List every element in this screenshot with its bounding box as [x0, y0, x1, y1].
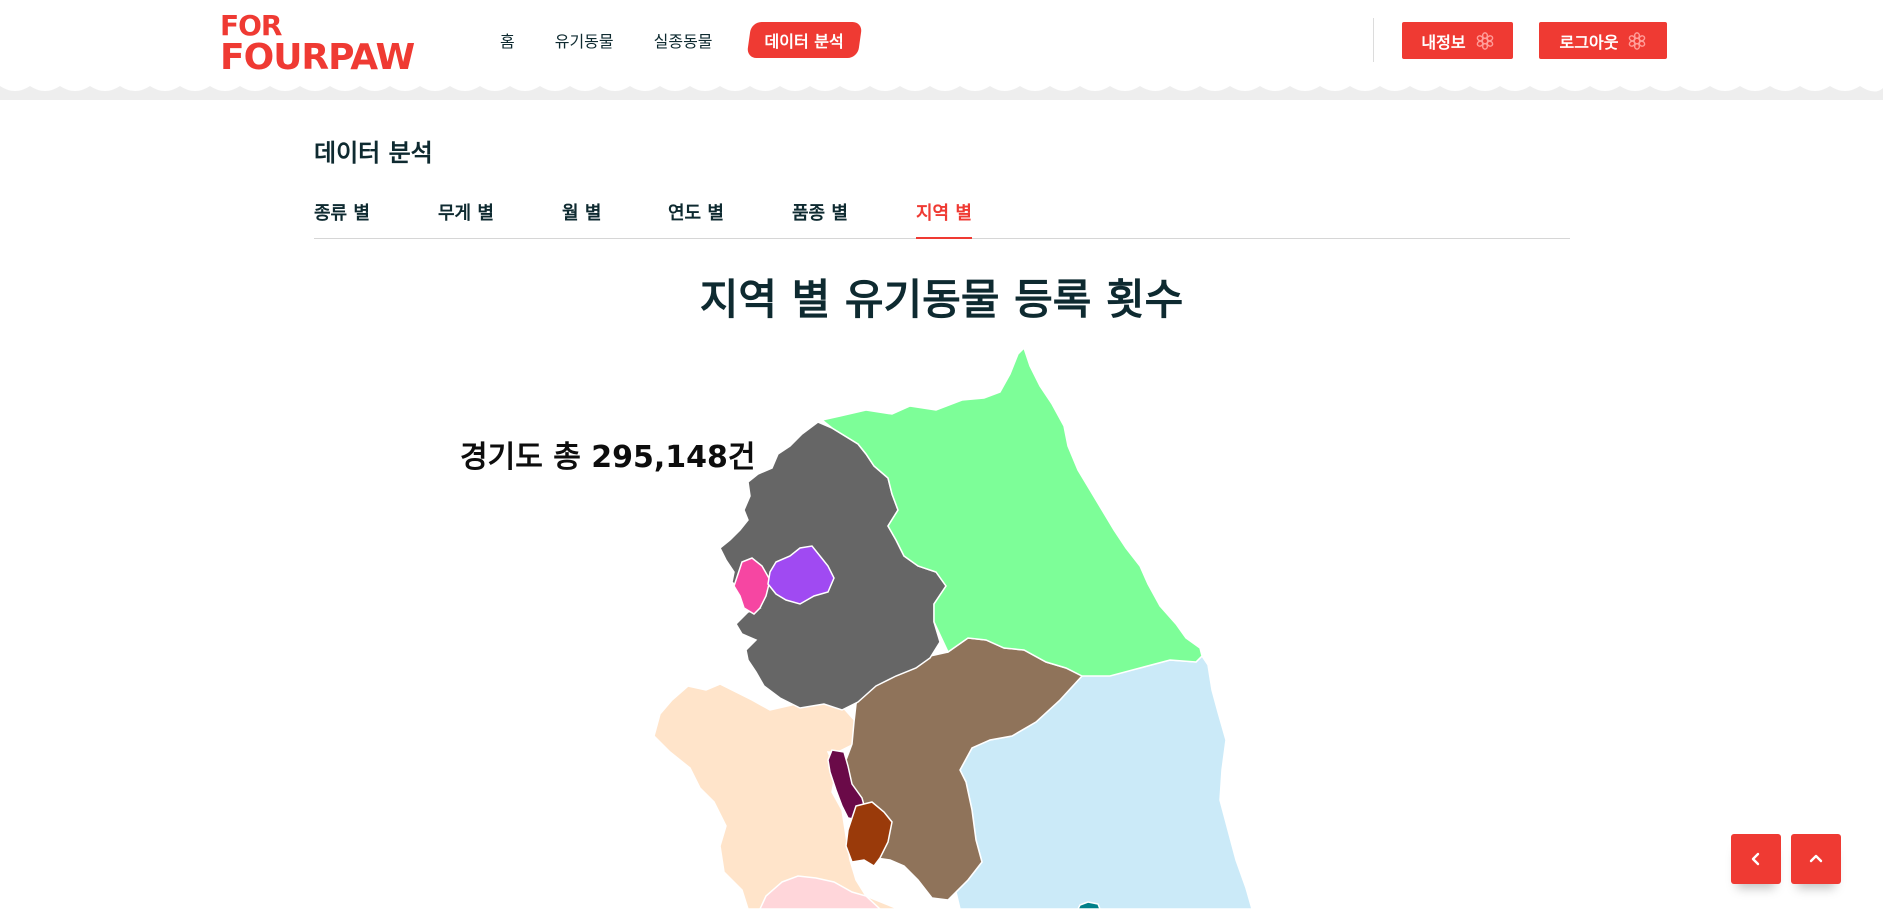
- korea-region-map: [653, 346, 1253, 909]
- chevron-up-icon: [1809, 854, 1823, 863]
- chevron-left-icon: [1751, 852, 1760, 866]
- back-button[interactable]: [1731, 834, 1781, 884]
- region-hover-label: 경기도 총 295,148건: [460, 440, 756, 475]
- nav-data-analysis-label: 데이터 분석: [764, 32, 844, 51]
- scroll-top-button[interactable]: [1791, 834, 1841, 884]
